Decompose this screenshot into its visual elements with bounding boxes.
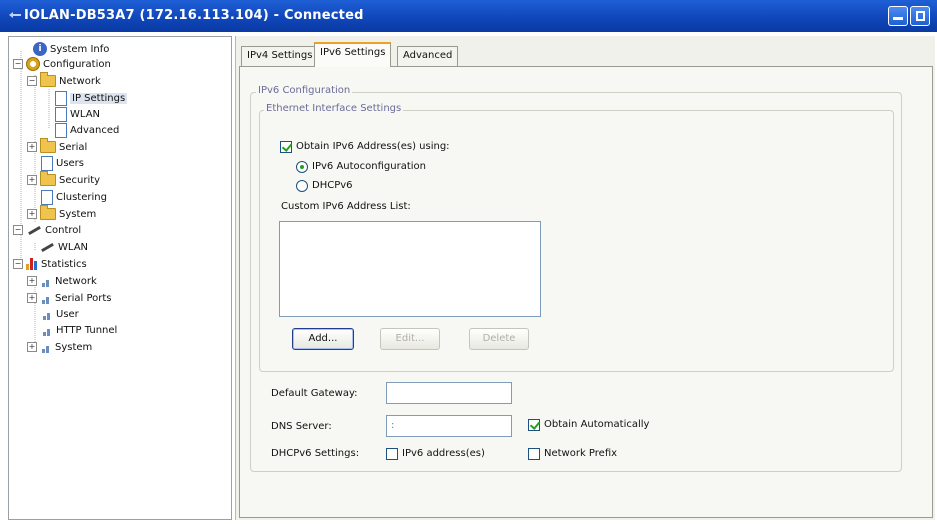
collapse-icon[interactable]: − — [27, 76, 37, 86]
custom-ipv6-list-label: Custom IPv6 Address List: — [281, 201, 411, 212]
small-bar-chart-icon — [41, 308, 53, 320]
tree-item-serial[interactable]: + Serial — [27, 138, 87, 155]
dhcpv6-settings-label: DHCPv6 Settings: — [271, 448, 360, 459]
bar-chart-icon — [26, 258, 38, 270]
obtain-automatically-checkbox[interactable] — [528, 419, 540, 431]
tree-item-advanced[interactable]: Advanced — [55, 122, 119, 138]
gear-icon — [26, 57, 40, 71]
wrench-icon — [26, 224, 42, 236]
tab-ipv4-settings[interactable]: IPv4 Settings — [241, 46, 319, 66]
tree-item-stats-user[interactable]: User — [41, 306, 79, 322]
window-title-bar[interactable]: IOLAN-DB53A7 (172.16.113.104) - Connecte… — [0, 0, 937, 32]
document-icon — [55, 122, 67, 138]
small-bar-chart-icon — [40, 292, 52, 304]
ipv6-addresses-label: IPv6 address(es) — [402, 448, 485, 459]
tab-advanced[interactable]: Advanced — [397, 46, 459, 66]
default-gateway-label: Default Gateway: — [271, 388, 358, 399]
delete-button[interactable]: Delete — [469, 328, 529, 350]
tree-item-security[interactable]: + Security — [27, 171, 100, 188]
network-prefix-label: Network Prefix — [544, 448, 618, 459]
folder-icon — [40, 138, 56, 153]
expand-icon[interactable]: + — [27, 209, 37, 219]
tree-item-statistics[interactable]: − Statistics — [13, 256, 87, 272]
wrench-icon — [39, 241, 55, 253]
tree-item-clustering[interactable]: Clustering — [41, 189, 107, 205]
network-prefix-checkbox[interactable] — [528, 448, 540, 460]
ethernet-interface-legend: Ethernet Interface Settings — [264, 103, 404, 114]
collapse-icon[interactable]: − — [13, 59, 23, 69]
document-icon — [55, 106, 67, 122]
ipv6-autoconfiguration-radio[interactable] — [296, 161, 308, 173]
ipv6-configuration-legend: IPv6 Configuration — [256, 85, 353, 96]
tree-item-stats-serial-ports[interactable]: + Serial Ports — [27, 290, 112, 306]
navigation-tree[interactable]: i System Info − Configuration − Network … — [8, 36, 232, 520]
info-icon: i — [33, 42, 47, 56]
expand-icon[interactable]: + — [27, 342, 37, 352]
folder-icon — [40, 72, 56, 87]
dns-server-label: DNS Server: — [271, 421, 332, 432]
dhcpv6-label: DHCPv6 — [312, 180, 353, 191]
tree-item-wlan[interactable]: WLAN — [55, 106, 100, 122]
add-button[interactable]: Add... — [292, 328, 354, 350]
tree-item-ip-settings[interactable]: IP Settings — [55, 90, 128, 106]
minimize-button[interactable] — [888, 6, 908, 26]
tree-item-stats-http-tunnel[interactable]: HTTP Tunnel — [41, 322, 117, 338]
expand-icon[interactable]: + — [27, 276, 37, 286]
expand-icon[interactable]: + — [27, 175, 37, 185]
tree-item-users[interactable]: Users — [41, 155, 84, 171]
custom-ipv6-address-list[interactable] — [279, 221, 541, 317]
folder-icon — [40, 171, 56, 186]
document-icon — [41, 155, 53, 171]
restore-button[interactable] — [910, 6, 930, 26]
ipv6-autoconfiguration-label: IPv6 Autoconfiguration — [312, 161, 426, 172]
tree-item-stats-network[interactable]: + Network — [27, 273, 97, 289]
tree-item-system[interactable]: + System — [27, 205, 96, 222]
tab-ipv6-settings[interactable]: IPv6 Settings — [314, 42, 392, 67]
tree-item-control[interactable]: − Control — [13, 222, 81, 238]
tree-item-system-info[interactable]: i System Info — [33, 41, 109, 57]
edit-button[interactable]: Edit... — [380, 328, 440, 350]
obtain-ipv6-label: Obtain IPv6 Address(es) using: — [296, 141, 450, 152]
expand-icon[interactable]: + — [27, 142, 37, 152]
document-icon — [41, 189, 53, 205]
obtain-automatically-label: Obtain Automatically — [544, 419, 650, 430]
app-icon — [9, 12, 21, 18]
folder-icon — [40, 205, 56, 220]
small-bar-chart-icon — [41, 324, 53, 336]
tree-item-network[interactable]: − Network — [27, 72, 101, 89]
minimize-icon — [893, 17, 903, 20]
document-icon — [55, 90, 67, 106]
tree-item-configuration[interactable]: − Configuration — [13, 56, 111, 72]
expand-icon[interactable]: + — [27, 293, 37, 303]
tree-item-control-wlan[interactable]: WLAN — [39, 239, 88, 255]
window-title: IOLAN-DB53A7 (172.16.113.104) - Connecte… — [24, 8, 364, 23]
default-gateway-input[interactable] — [386, 382, 512, 404]
tree-item-stats-system[interactable]: + System — [27, 339, 92, 355]
restore-icon — [916, 11, 925, 21]
small-bar-chart-icon — [40, 341, 52, 353]
ipv6-addresses-checkbox[interactable] — [386, 448, 398, 460]
collapse-icon[interactable]: − — [13, 259, 23, 269]
obtain-ipv6-checkbox[interactable] — [280, 141, 292, 153]
dhcpv6-radio[interactable] — [296, 180, 308, 192]
dns-server-input[interactable]: : — [386, 415, 512, 437]
collapse-icon[interactable]: − — [13, 225, 23, 235]
small-bar-chart-icon — [40, 275, 52, 287]
